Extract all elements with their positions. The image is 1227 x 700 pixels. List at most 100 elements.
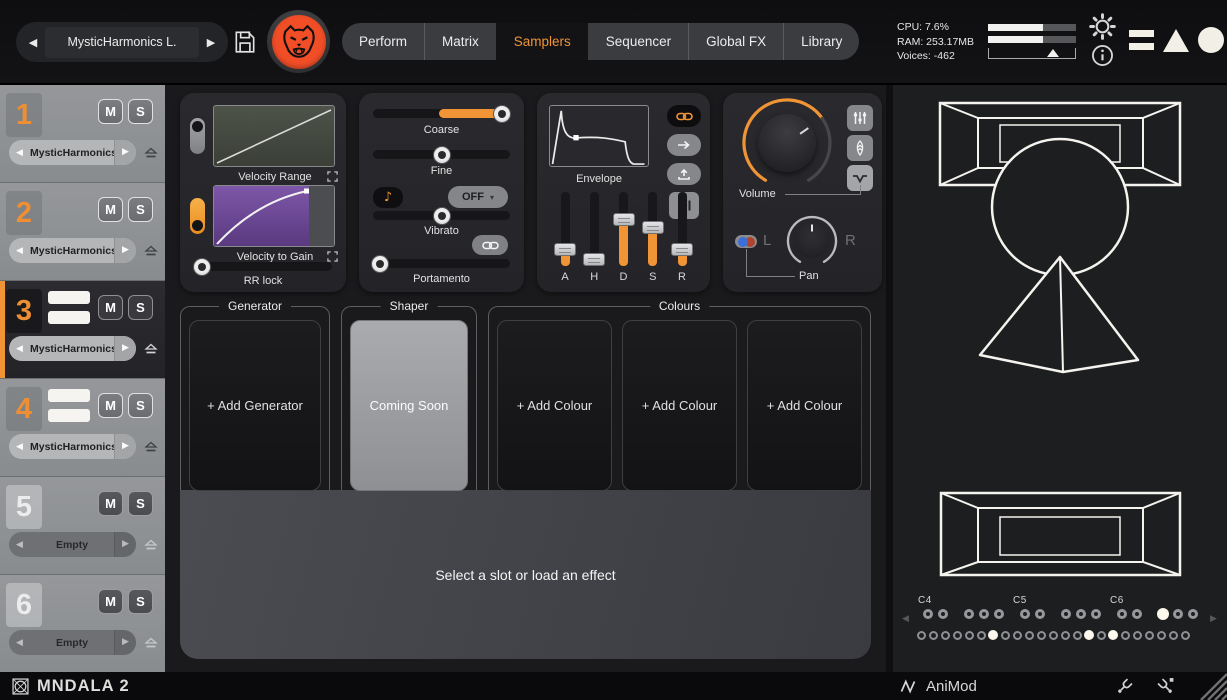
- velocity-range-graph[interactable]: [213, 105, 335, 167]
- mute-button[interactable]: M: [98, 295, 123, 320]
- white-key-dot[interactable]: [1097, 631, 1106, 640]
- effect-card--add-generator[interactable]: + Add Generator: [189, 320, 321, 491]
- black-key-dot[interactable]: [1091, 609, 1101, 619]
- black-key-dot[interactable]: [1020, 609, 1030, 619]
- keyboard-scroll-left-icon[interactable]: ◀: [902, 614, 909, 624]
- white-key-dot[interactable]: [1049, 631, 1058, 640]
- portamento-slider[interactable]: [373, 259, 510, 268]
- fine-slider[interactable]: [373, 150, 510, 159]
- black-key-dot[interactable]: [964, 609, 974, 619]
- save-icon[interactable]: [233, 29, 257, 55]
- solo-button[interactable]: S: [128, 589, 153, 614]
- black-key-dot[interactable]: [994, 609, 1004, 619]
- white-key-dot[interactable]: [988, 630, 998, 640]
- sampler-slot-2[interactable]: 2 M S ◀ MysticHarmonics ... ▶: [0, 183, 165, 281]
- info-icon[interactable]: [1091, 44, 1114, 72]
- slider-track[interactable]: [648, 192, 657, 266]
- white-key-dot[interactable]: [1133, 631, 1142, 640]
- black-key-dot[interactable]: [1157, 608, 1169, 620]
- black-key-dot[interactable]: [1076, 609, 1086, 619]
- sampler-slot-5[interactable]: 5 M S ◀ Empty ▶: [0, 477, 165, 575]
- note-sync-icon[interactable]: ♪: [373, 187, 403, 208]
- eject-icon[interactable]: [144, 538, 158, 551]
- vibrato-mode-dropdown[interactable]: OFF ▾: [448, 186, 508, 208]
- effect-card--add-colour[interactable]: + Add Colour: [497, 320, 612, 491]
- animod-label[interactable]: AniMod: [900, 678, 977, 695]
- preset-display[interactable]: MysticHarmonics L.: [45, 27, 199, 58]
- vibrato-knob[interactable]: [433, 207, 451, 225]
- mntra-cougar-logo[interactable]: [267, 10, 330, 73]
- eject-icon[interactable]: [144, 342, 158, 355]
- keyboard-scroll-right-icon[interactable]: ▶: [1210, 614, 1217, 624]
- tuning-fork-icon[interactable]: [1115, 677, 1134, 696]
- arrow-right-icon[interactable]: [667, 134, 701, 156]
- next-preset-icon[interactable]: ▶: [114, 434, 136, 459]
- white-key-dot[interactable]: [965, 631, 974, 640]
- prev-preset-icon[interactable]: ◀: [21, 36, 45, 49]
- expand-icon[interactable]: [327, 171, 338, 185]
- tab-matrix[interactable]: Matrix: [424, 23, 496, 60]
- slot-preset-selector[interactable]: ◀ MysticHarmonics ... ▶: [9, 140, 136, 165]
- black-key-dot[interactable]: [923, 609, 933, 619]
- black-key-dot[interactable]: [1188, 609, 1198, 619]
- sampler-slot-4[interactable]: 4 M S ◀ MysticHarmonics ... ▶: [0, 379, 165, 477]
- vibrato-link-icon[interactable]: [472, 235, 508, 255]
- white-key-dot[interactable]: [1084, 630, 1094, 640]
- prev-preset-icon[interactable]: ◀: [9, 638, 30, 648]
- black-key-dot[interactable]: [1061, 609, 1071, 619]
- slider-track[interactable]: [619, 192, 628, 266]
- sampler-slot-1[interactable]: 1 M S ◀ MysticHarmonics ... ▶: [0, 85, 165, 183]
- effect-card--add-colour[interactable]: + Add Colour: [747, 320, 862, 491]
- mute-button[interactable]: M: [98, 197, 123, 222]
- white-key-dot[interactable]: [953, 631, 962, 640]
- black-key-dot[interactable]: [938, 609, 948, 619]
- mute-button[interactable]: M: [98, 393, 123, 418]
- tuning-fork-alt-icon[interactable]: [1156, 677, 1175, 696]
- prev-preset-icon[interactable]: ◀: [9, 344, 30, 354]
- slider-handle[interactable]: [613, 213, 635, 226]
- mute-button[interactable]: M: [98, 589, 123, 614]
- slider-track[interactable]: [678, 192, 687, 266]
- slot-preset-selector[interactable]: ◀ MysticHarmonics ... ▶: [9, 238, 136, 263]
- voice-limit-slider[interactable]: [988, 48, 1076, 59]
- rr-lock-knob[interactable]: [193, 258, 211, 276]
- settings-gear-icon[interactable]: [1089, 13, 1116, 45]
- white-key-dot[interactable]: [1025, 631, 1034, 640]
- volume-knob[interactable]: [758, 114, 816, 172]
- portamento-knob[interactable]: [371, 255, 389, 273]
- voice-limit-thumb[interactable]: [1047, 49, 1059, 57]
- export-envelope-icon[interactable]: [667, 163, 701, 185]
- eject-icon[interactable]: [144, 636, 158, 649]
- black-key-dot[interactable]: [1117, 609, 1127, 619]
- tab-perform[interactable]: Perform: [342, 23, 424, 60]
- tab-samplers[interactable]: Samplers: [496, 23, 588, 60]
- tab-sequencer[interactable]: Sequencer: [588, 23, 688, 60]
- white-key-dot[interactable]: [1001, 631, 1010, 640]
- white-key-dot[interactable]: [1013, 631, 1022, 640]
- black-key-dot[interactable]: [1035, 609, 1045, 619]
- next-preset-icon[interactable]: ▶: [114, 630, 136, 655]
- next-preset-icon[interactable]: ▶: [114, 140, 136, 165]
- prev-preset-icon[interactable]: ◀: [9, 148, 30, 158]
- coarse-slider[interactable]: [373, 109, 510, 118]
- slider-track[interactable]: [561, 192, 570, 266]
- white-key-dot[interactable]: [941, 631, 950, 640]
- sampler-slot-3[interactable]: 3 M S ◀ MysticHarmonics ... ▶: [0, 281, 165, 379]
- white-key-dot[interactable]: [1108, 630, 1118, 640]
- velocity-range-toggle[interactable]: [190, 118, 205, 154]
- feather-icon[interactable]: [847, 135, 873, 161]
- next-preset-icon[interactable]: ▶: [114, 238, 136, 263]
- eject-icon[interactable]: [144, 146, 158, 159]
- white-key-dot[interactable]: [917, 631, 926, 640]
- solo-button[interactable]: S: [128, 491, 153, 516]
- white-key-dot[interactable]: [1061, 631, 1070, 640]
- pan-knob[interactable]: [795, 224, 829, 258]
- vibrato-slider[interactable]: [373, 211, 510, 220]
- slot-preset-selector[interactable]: ◀ Empty ▶: [9, 630, 136, 655]
- white-key-dot[interactable]: [1181, 631, 1190, 640]
- fine-knob[interactable]: [433, 146, 451, 164]
- eject-icon[interactable]: [144, 440, 158, 453]
- stereo-toggle[interactable]: [735, 235, 757, 248]
- effect-card--add-colour[interactable]: + Add Colour: [622, 320, 737, 491]
- solo-button[interactable]: S: [128, 295, 153, 320]
